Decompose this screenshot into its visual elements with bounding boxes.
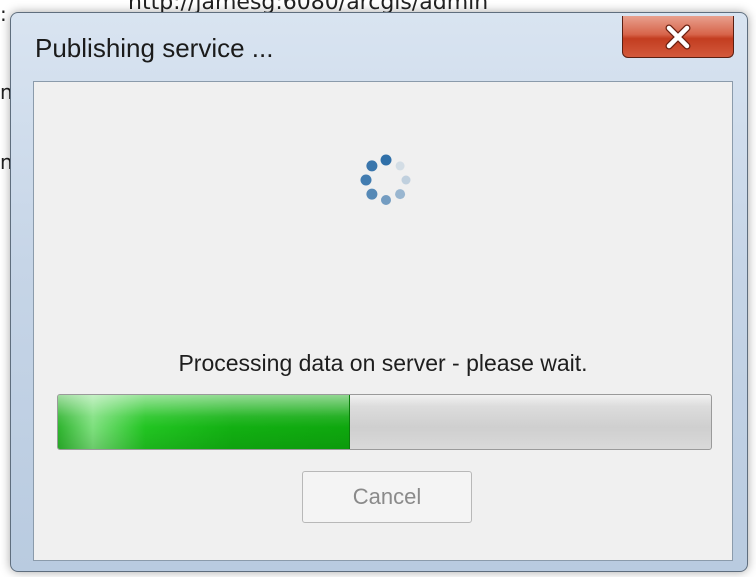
spinner-dot (381, 195, 391, 205)
spinner-dot (380, 154, 392, 166)
spinner-dot (366, 188, 378, 200)
dialog-title: Publishing service ... (35, 33, 274, 63)
progress-bar (57, 394, 712, 450)
cancel-button[interactable]: Cancel (302, 471, 472, 523)
background-text-fragment: : (0, 2, 7, 26)
spinner-dot (401, 175, 411, 185)
spinner-dot (366, 160, 378, 172)
loading-spinner-icon (360, 154, 411, 205)
close-button[interactable] (622, 16, 734, 58)
publishing-dialog: Publishing service ... Processing data o… (10, 12, 748, 572)
dialog-content: Processing data on server - please wait.… (33, 81, 733, 561)
progress-bar-fill (58, 395, 350, 449)
status-message: Processing data on server - please wait. (178, 350, 588, 376)
close-icon (665, 24, 691, 49)
spinner-dot (360, 174, 372, 186)
spinner-dot (395, 189, 406, 200)
spinner-dot (395, 161, 405, 171)
